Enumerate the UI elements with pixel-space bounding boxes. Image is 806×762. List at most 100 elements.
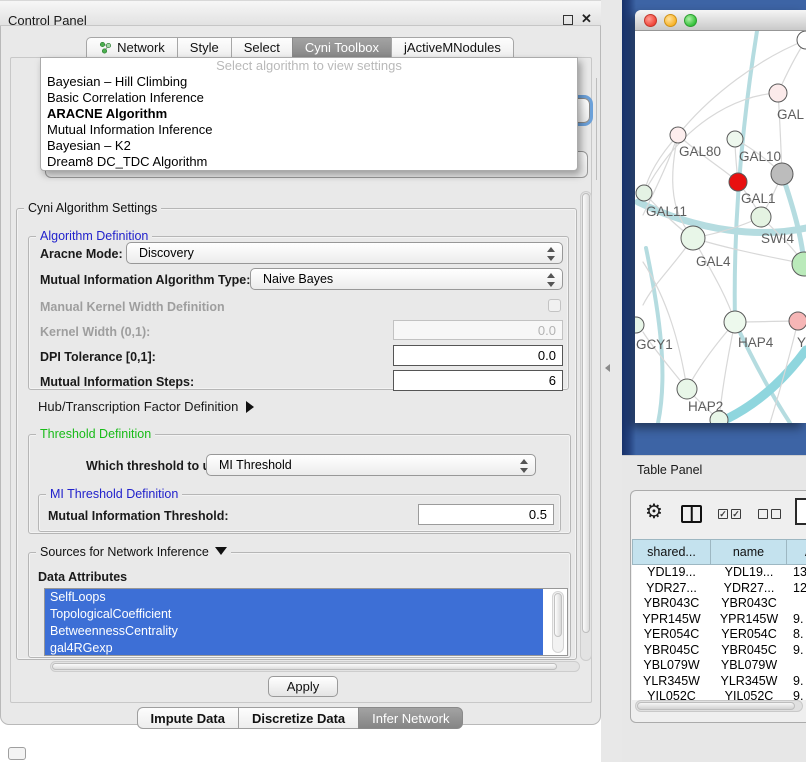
network-node[interactable]	[670, 127, 686, 143]
data-attributes-list[interactable]: SelfLoopsTopologicalCoefficientBetweenne…	[44, 588, 568, 656]
table-row[interactable]: YDL19...YDL19...13	[632, 565, 806, 581]
settings-horizontal-scrollbar[interactable]	[50, 661, 580, 672]
settings-hscrollbar-thumb[interactable]	[52, 663, 557, 670]
table-cell: YBL079W	[711, 658, 787, 674]
dropdown-item-mutual-information-inference[interactable]: Mutual Information Inference	[41, 122, 577, 138]
network-node[interactable]	[729, 173, 747, 191]
float-window-icon[interactable]	[563, 15, 573, 25]
network-node[interactable]	[636, 185, 652, 201]
sources-toggle[interactable]: Sources for Network Inference	[36, 545, 231, 559]
column-header-name[interactable]: name	[711, 539, 787, 565]
dpi-tolerance-label: DPI Tolerance [0,1]:	[40, 350, 156, 364]
tab-network[interactable]: Network	[86, 37, 178, 58]
control-panel-titlebar[interactable]	[0, 0, 601, 26]
table-row[interactable]: YER054CYER054C8.	[632, 627, 806, 643]
table-row[interactable]: YBR045CYBR045C9.	[632, 643, 806, 659]
tab-cyni-toolbox[interactable]: Cyni Toolbox	[292, 37, 392, 58]
unchecked-checkboxes-icon[interactable]	[758, 509, 781, 519]
network-node[interactable]	[724, 311, 746, 333]
dropdown-item-aracne-algorithm[interactable]: ARACNE Algorithm	[41, 106, 577, 122]
network-node[interactable]	[635, 317, 644, 333]
table-row[interactable]: YBR043CYBR043C	[632, 596, 806, 612]
network-edge	[644, 93, 778, 193]
column-header-a[interactable]: A	[787, 539, 806, 565]
network-edge	[718, 350, 806, 423]
minimize-traffic-light-icon[interactable]	[664, 14, 677, 27]
table-horizontal-scrollbar[interactable]	[635, 700, 803, 712]
dpi-tolerance-field[interactable]: 0.0	[393, 345, 563, 366]
manual-kernel-checkbox[interactable]	[548, 299, 561, 312]
network-node[interactable]	[681, 226, 705, 250]
mi-threshold-label: Mutual Information Threshold:	[48, 509, 229, 523]
apply-button[interactable]: Apply	[268, 676, 338, 697]
node-label: SWI4	[761, 231, 794, 246]
network-node[interactable]	[797, 31, 806, 49]
gear-icon[interactable]: ⚙	[645, 499, 663, 524]
hub-definition-toggle[interactable]: Hub/Transcription Factor Definition	[38, 399, 254, 414]
table-body: YDL19...YDL19...13YDR27...YDR27...12YBR0…	[632, 565, 806, 700]
cyni-algorithm-settings-label: Cyni Algorithm Settings	[24, 201, 161, 215]
dropdown-item-basic-correlation-inference[interactable]: Basic Correlation Inference	[41, 90, 577, 106]
node-label: GCY1	[636, 337, 673, 352]
splitter-arrow-icon[interactable]	[605, 364, 610, 372]
algorithm-dropdown: Select algorithm to view settings Bayesi…	[40, 57, 578, 171]
network-svg[interactable]: GAL80GAL10GAL11GAL1SWI4GAL4GCY1HAP4HAP2Y…	[635, 31, 806, 423]
table-cell: YIL052C	[632, 689, 711, 700]
network-node[interactable]	[751, 207, 771, 227]
document-icon[interactable]	[795, 498, 806, 525]
network-node[interactable]	[792, 252, 806, 276]
attribute-item-betweennesscentrality[interactable]: BetweennessCentrality	[45, 623, 543, 640]
collapsed-panel-icon[interactable]	[8, 747, 26, 760]
bottom-tab-discretize-data[interactable]: Discretize Data	[238, 707, 359, 729]
aracne-mode-label: Aracne Mode:	[40, 247, 123, 261]
mi-steps-field[interactable]: 6	[393, 370, 563, 391]
dropdown-item-bayesian-hill-climbing[interactable]: Bayesian – Hill Climbing	[41, 74, 577, 90]
network-node[interactable]	[769, 84, 787, 102]
columns-icon[interactable]	[681, 505, 702, 523]
table-cell: 12	[787, 581, 806, 597]
kernel-width-field[interactable]: 0.0	[393, 320, 563, 340]
mi-threshold-field[interactable]: 0.5	[418, 504, 554, 525]
bottom-tab-impute-data[interactable]: Impute Data	[137, 707, 239, 729]
hub-definition-label: Hub/Transcription Factor Definition	[38, 399, 238, 414]
network-node[interactable]	[677, 379, 697, 399]
tab-select[interactable]: Select	[231, 37, 293, 58]
mi-steps-label: Mutual Information Steps:	[40, 375, 194, 389]
which-threshold-combo[interactable]: MI Threshold	[206, 454, 536, 476]
tab-style[interactable]: Style	[177, 37, 232, 58]
list-scrollbar-thumb[interactable]	[554, 593, 562, 637]
network-node[interactable]	[789, 312, 806, 330]
settings-vertical-scrollbar[interactable]	[580, 191, 592, 661]
dropdown-item-dream8-dc-tdc-algorithm[interactable]: Dream8 DC_TDC Algorithm	[41, 154, 577, 170]
settings-scrollbar-thumb[interactable]	[582, 193, 590, 633]
close-icon[interactable]: ✕	[581, 11, 592, 27]
threshold-definition-label: Threshold Definition	[36, 427, 155, 441]
mi-type-combo[interactable]: Naive Bayes	[250, 268, 563, 290]
network-view-window[interactable]: GAL80GAL10GAL11GAL1SWI4GAL4GCY1HAP4HAP2Y…	[635, 10, 806, 423]
network-window-titlebar[interactable]	[635, 10, 806, 31]
table-cell: YDL19...	[711, 565, 787, 581]
dropdown-item-bayesian-k2[interactable]: Bayesian – K2	[41, 138, 577, 154]
table-cell: YDL19...	[632, 565, 711, 581]
network-node[interactable]	[727, 131, 743, 147]
table-row[interactable]: YLR345WYLR345W9.	[632, 674, 806, 690]
table-row[interactable]: YDR27...YDR27...12	[632, 581, 806, 597]
network-node[interactable]	[771, 163, 793, 185]
table-hscrollbar-thumb[interactable]	[637, 702, 795, 710]
dropdown-placeholder[interactable]: Select algorithm to view settings	[41, 58, 577, 74]
tab-jactivemnodules[interactable]: jActiveMNodules	[391, 37, 514, 58]
close-traffic-light-icon[interactable]	[644, 14, 657, 27]
aracne-mode-combo[interactable]: Discovery	[126, 242, 563, 264]
attribute-item-gal4rgexp[interactable]: gal4RGexp	[45, 640, 543, 656]
bottom-tab-infer-network[interactable]: Infer Network	[358, 707, 463, 729]
table-cell: 9.	[787, 643, 806, 659]
table-row[interactable]: YBL079WYBL079W	[632, 658, 806, 674]
table-row[interactable]: YPR145WYPR145W9.	[632, 612, 806, 628]
list-scrollbar[interactable]	[552, 591, 564, 653]
checked-checkboxes-icon[interactable]: ✓✓	[718, 509, 741, 519]
attribute-item-topologicalcoefficient[interactable]: TopologicalCoefficient	[45, 606, 543, 623]
zoom-traffic-light-icon[interactable]	[684, 14, 697, 27]
table-row[interactable]: YIL052CYIL052C9.	[632, 689, 806, 700]
column-header-shared[interactable]: shared...	[632, 539, 711, 565]
attribute-item-selfloops[interactable]: SelfLoops	[45, 589, 543, 606]
